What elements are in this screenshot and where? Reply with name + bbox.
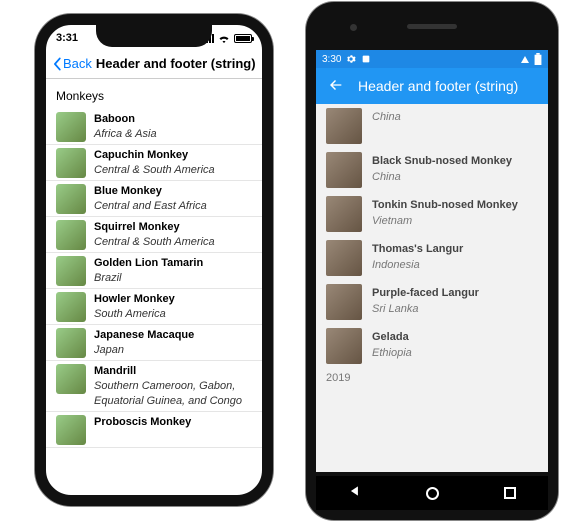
signal-icon: [521, 56, 529, 63]
monkey-location: Central & South America: [94, 163, 215, 178]
monkey-thumbnail: [56, 148, 86, 178]
list-item[interactable]: Thomas's Langur Indonesia: [316, 236, 548, 280]
iphone-notch: [96, 23, 212, 47]
page-title: Header and footer (string): [96, 56, 256, 71]
monkey-thumbnail: [326, 152, 362, 188]
monkey-name: Tonkin Snub-nosed Monkey: [372, 198, 518, 214]
monkey-thumbnail: [326, 328, 362, 364]
list-item[interactable]: Japanese Macaque Japan: [46, 325, 262, 361]
monkey-location: Indonesia: [372, 258, 463, 274]
monkey-thumbnail: [56, 112, 86, 142]
monkey-location: Central and East Africa: [94, 199, 207, 214]
back-button-label: Back: [63, 56, 92, 71]
battery-icon: [534, 53, 542, 65]
monkey-name: Squirrel Monkey: [94, 220, 215, 235]
android-status-time: 3:30: [322, 54, 341, 65]
monkey-location: Ethiopia: [372, 346, 412, 362]
android-app-bar: Header and footer (string): [316, 68, 548, 104]
list-item[interactable]: Squirrel Monkey Central & South America: [46, 217, 262, 253]
monkey-name: Howler Monkey: [94, 292, 175, 307]
monkey-thumbnail: [56, 364, 86, 394]
monkey-name: Baboon: [94, 112, 157, 127]
bullet-icon: [361, 54, 371, 64]
monkey-thumbnail: [326, 284, 362, 320]
list-item[interactable]: Gelada Ethiopia: [316, 324, 548, 368]
list-item[interactable]: Blue Monkey Central and East Africa: [46, 181, 262, 217]
monkey-location: South America: [94, 307, 175, 322]
battery-icon: [234, 34, 252, 43]
monkey-location: Japan: [94, 343, 194, 358]
monkey-name: Capuchin Monkey: [94, 148, 215, 163]
triangle-left-icon: [348, 484, 362, 498]
monkey-name: Proboscis Monkey: [94, 415, 191, 430]
list-item[interactable]: Baboon Africa & Asia: [46, 109, 262, 145]
monkey-name: Blue Monkey: [94, 184, 207, 199]
list-header: Monkeys: [46, 79, 262, 109]
monkey-name: Japanese Macaque: [94, 328, 194, 343]
monkey-thumbnail: [56, 184, 86, 214]
monkey-location: China: [372, 170, 512, 186]
ios-nav-bar: Back Header and footer (string): [46, 49, 262, 79]
ios-status-time: 3:31: [56, 32, 78, 44]
monkey-name: Black Snub-nosed Monkey: [372, 154, 512, 170]
nav-home-button[interactable]: [426, 487, 439, 500]
gear-icon: [346, 54, 356, 64]
monkey-thumbnail: [56, 220, 86, 250]
nav-recents-button[interactable]: [504, 487, 516, 499]
monkey-location: Sri Lanka: [372, 302, 479, 318]
back-button[interactable]: Back: [52, 56, 92, 71]
monkey-name: Gelada: [372, 330, 412, 346]
android-speaker: [407, 24, 457, 29]
list-item[interactable]: Capuchin Monkey Central & South America: [46, 145, 262, 181]
android-camera-dot: [350, 24, 357, 31]
monkey-name: Golden Lion Tamarin: [94, 256, 203, 271]
ios-list-view[interactable]: Monkeys Baboon Africa & Asia Capuchin Mo…: [46, 79, 262, 495]
list-item[interactable]: Golden Lion Tamarin Brazil: [46, 253, 262, 289]
android-nav-bar: [316, 476, 548, 510]
monkey-thumbnail: [326, 108, 362, 144]
list-item[interactable]: Howler Monkey South America: [46, 289, 262, 325]
page-title: Header and footer (string): [358, 78, 518, 94]
list-item[interactable]: Black Snub-nosed Monkey China: [316, 148, 548, 192]
monkey-thumbnail: [56, 292, 86, 322]
monkey-thumbnail: [56, 415, 86, 445]
nav-back-button[interactable]: [348, 484, 362, 503]
list-item[interactable]: Purple-faced Langur Sri Lanka: [316, 280, 548, 324]
monkey-location: China: [372, 110, 401, 126]
monkey-location: Africa & Asia: [94, 127, 157, 142]
iphone-device-frame: 3:31 Back Header and footer (string) Mon…: [35, 14, 273, 506]
monkey-name: Purple-faced Langur: [372, 286, 479, 302]
monkey-name: Mandrill: [94, 364, 252, 379]
android-device-frame: 3:30 Header and footer (string): [306, 2, 558, 520]
monkey-thumbnail: [56, 256, 86, 286]
android-status-bar: 3:30: [316, 50, 548, 68]
list-footer: 2019: [316, 368, 548, 388]
list-item[interactable]: Proboscis Monkey: [46, 412, 262, 448]
monkey-name: Thomas's Langur: [372, 242, 463, 258]
chevron-left-icon: [52, 57, 62, 71]
android-screen: 3:30 Header and footer (string): [316, 50, 548, 472]
android-list-view[interactable]: China Black Snub-nosed Monkey China Tonk…: [316, 104, 548, 472]
monkey-location: Vietnam: [372, 214, 518, 230]
monkey-location: Central & South America: [94, 235, 215, 250]
wifi-icon: [218, 34, 230, 43]
list-item[interactable]: China: [316, 104, 548, 148]
list-item[interactable]: Mandrill Southern Cameroon, Gabon, Equat…: [46, 361, 262, 412]
monkey-thumbnail: [326, 196, 362, 232]
monkey-thumbnail: [326, 240, 362, 276]
monkey-thumbnail: [56, 328, 86, 358]
monkey-location: Southern Cameroon, Gabon, Equatorial Gui…: [94, 379, 252, 409]
monkey-location: Brazil: [94, 271, 203, 286]
arrow-left-icon: [328, 77, 344, 93]
back-button[interactable]: [328, 77, 344, 96]
list-item[interactable]: Tonkin Snub-nosed Monkey Vietnam: [316, 192, 548, 236]
